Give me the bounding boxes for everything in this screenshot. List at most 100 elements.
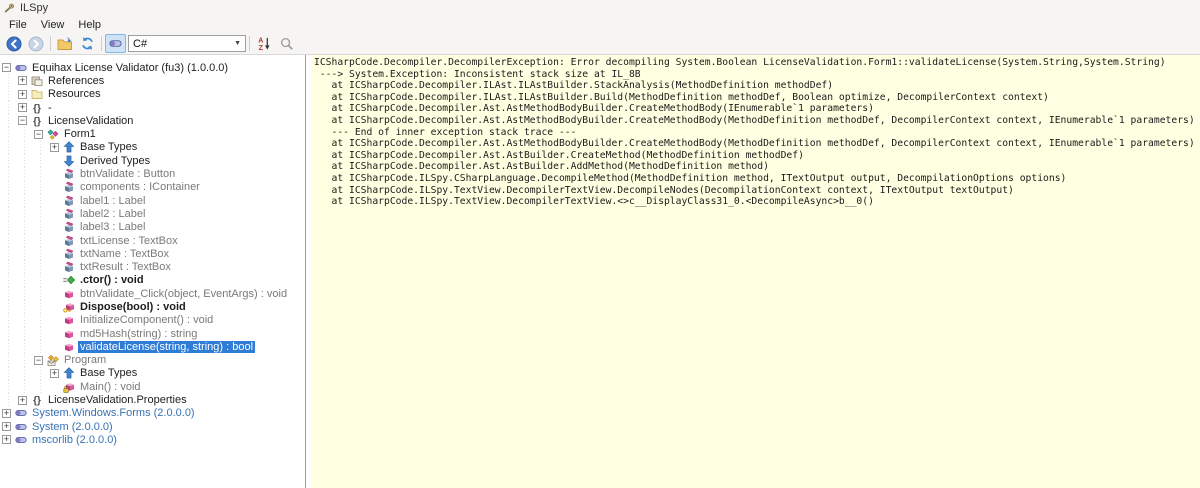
tree-item[interactable]: +mscorlib (2.0.0.0) (0, 433, 305, 446)
tree-item[interactable]: label2 : Label (0, 207, 305, 220)
expand-icon[interactable]: + (2, 409, 11, 418)
back-button[interactable] (3, 34, 25, 54)
tree-item[interactable]: md5Hash(string) : string (0, 327, 305, 340)
tree-indent-guide (2, 234, 18, 247)
tree-item[interactable]: −Equihax License Validator (fu3) (1.0.0.… (0, 61, 305, 74)
stack-trace-line: at ICSharpCode.Decompiler.Ast.AstMethodB… (314, 115, 1200, 127)
expand-icon[interactable]: + (18, 76, 27, 85)
tree-item[interactable]: Derived Types (0, 154, 305, 167)
sort-button[interactable] (253, 34, 275, 54)
tree-item[interactable]: Dispose(bool) : void (0, 300, 305, 313)
tree-item[interactable]: − Program (0, 354, 305, 367)
assembly-tree[interactable]: −Equihax License Validator (fu3) (1.0.0.… (0, 55, 306, 488)
expander-spacer (50, 156, 59, 165)
expand-icon[interactable]: + (50, 369, 59, 378)
sort-az-icon (257, 36, 272, 51)
tree-item[interactable]: +- (0, 101, 305, 114)
tree-indent-guide (2, 114, 18, 127)
tree-item[interactable]: −Form1 (0, 127, 305, 140)
field-icon (63, 195, 75, 207)
tree-item[interactable]: InitializeComponent() : void (0, 314, 305, 327)
tree-item-label: Program (62, 354, 108, 366)
tree-indent-guide (34, 247, 50, 260)
tree-item[interactable]: +Base Types (0, 367, 305, 380)
tree-indent-guide (34, 207, 50, 220)
show-internal-api-toggle[interactable] (105, 34, 126, 53)
menu-view[interactable]: View (34, 18, 72, 32)
tree-indent-guide (18, 287, 34, 300)
tree-item[interactable]: txtLicense : TextBox (0, 234, 305, 247)
tree-indent-guide (18, 314, 34, 327)
expand-icon[interactable]: + (18, 396, 27, 405)
tree-item[interactable]: btnValidate : Button (0, 167, 305, 180)
tree-item[interactable]: + System (2.0.0.0) (0, 420, 305, 433)
tree-item-label: btnValidate : Button (78, 168, 177, 180)
tree-item[interactable]: label1 : Label (0, 194, 305, 207)
tree-indent-guide (2, 141, 18, 154)
expand-icon[interactable]: + (18, 90, 27, 99)
collapse-icon[interactable]: − (34, 130, 43, 139)
tree-indent-guide (34, 300, 50, 313)
tree-item[interactable]: txtName : TextBox (0, 247, 305, 260)
tree-item-label: LicenseValidation (46, 115, 135, 127)
tree-indent-guide (18, 127, 34, 140)
refresh-button[interactable] (76, 34, 98, 54)
menu-help[interactable]: Help (71, 18, 108, 32)
field-icon (63, 248, 75, 260)
search-button[interactable] (275, 34, 297, 54)
method-icon (63, 328, 75, 340)
expand-icon[interactable]: + (2, 422, 11, 431)
chevron-down-icon: ▼ (234, 40, 241, 47)
field-icon (63, 181, 75, 193)
open-button[interactable] (54, 34, 76, 54)
method-private-icon (63, 381, 75, 393)
tree-indent-guide (34, 141, 50, 154)
stack-trace-line: at ICSharpCode.ILSpy.TextView.Decompiler… (314, 185, 1200, 197)
tree-item-label: System (2.0.0.0) (30, 421, 115, 433)
expand-icon[interactable]: + (50, 143, 59, 152)
menu-file[interactable]: File (2, 18, 34, 32)
assembly-icon (15, 421, 27, 433)
tree-item-label: Dispose(bool) : void (78, 301, 188, 313)
tree-item[interactable]: Main() : void (0, 380, 305, 393)
tree-indent-guide (2, 367, 18, 380)
tree-indent-guide (18, 234, 34, 247)
expander-spacer (50, 329, 59, 338)
tree-indent-guide (34, 154, 50, 167)
tree-indent-guide (18, 300, 34, 313)
collapse-icon[interactable]: − (18, 116, 27, 125)
field-icon (63, 208, 75, 220)
tree-item[interactable]: .ctor() : void (0, 274, 305, 287)
collapse-icon[interactable]: − (34, 356, 43, 365)
tree-indent-guide (34, 287, 50, 300)
namespace-icon (31, 115, 43, 127)
base-types-icon (63, 141, 75, 153)
stack-trace-line: at ICSharpCode.Decompiler.Ast.AstBuilder… (314, 161, 1200, 173)
stack-trace-line: at ICSharpCode.Decompiler.ILAst.ILAstBui… (314, 92, 1200, 104)
stack-trace-line: ---> System.Exception: Inconsistent stac… (314, 69, 1200, 81)
tree-indent-guide (34, 221, 50, 234)
tree-item[interactable]: +References (0, 74, 305, 87)
tree-item[interactable]: txtResult : TextBox (0, 260, 305, 273)
language-selector[interactable]: C# ▼ (128, 35, 246, 52)
expand-icon[interactable]: + (18, 103, 27, 112)
tree-item[interactable]: +Resources (0, 88, 305, 101)
tree-indent-guide (34, 181, 50, 194)
tree-item[interactable]: − LicenseValidation (0, 114, 305, 127)
tree-item[interactable]: +System.Windows.Forms (2.0.0.0) (0, 407, 305, 420)
tree-item[interactable]: components : IContainer (0, 181, 305, 194)
tree-item[interactable]: +LicenseValidation.Properties (0, 393, 305, 406)
tree-item[interactable]: label3 : Label (0, 221, 305, 234)
forward-button[interactable] (25, 34, 47, 54)
method-protected-icon (63, 301, 75, 313)
tree-item[interactable]: btnValidate_Click(object, EventArgs) : v… (0, 287, 305, 300)
tree-indent-guide (2, 380, 18, 393)
tree-item[interactable]: validateLicense(string, string) : bool (0, 340, 305, 353)
tree-item-label: label2 : Label (78, 208, 147, 220)
collapse-icon[interactable]: − (2, 63, 11, 72)
decompiler-text-view[interactable]: ICSharpCode.Decompiler.DecompilerExcepti… (311, 55, 1200, 488)
stack-trace-line: at ICSharpCode.Decompiler.ILAst.ILAstBui… (314, 80, 1200, 92)
tree-item-label: txtResult : TextBox (78, 261, 173, 273)
tree-item[interactable]: +Base Types (0, 141, 305, 154)
expand-icon[interactable]: + (2, 435, 11, 444)
